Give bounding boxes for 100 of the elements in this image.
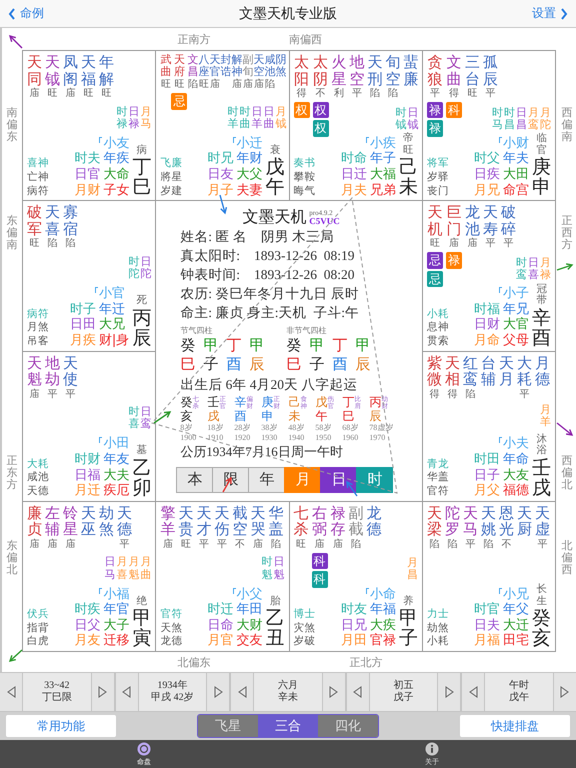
brightness-label: 庙 xyxy=(333,538,343,551)
period-button[interactable]: 初五 戊子 xyxy=(370,673,438,711)
direction-label: 北偏东 xyxy=(178,654,210,670)
period-button[interactable]: 33~42 丁巳限 xyxy=(23,673,91,711)
pillar-char: 酉 xyxy=(332,355,348,375)
god-label: 天德 xyxy=(27,485,49,499)
star-name: 旬空 xyxy=(386,54,400,87)
next-button[interactable] xyxy=(322,673,345,711)
brightness-label: 旺 xyxy=(160,78,171,92)
star-name: 天府 xyxy=(174,54,185,78)
star-name: 封诰 xyxy=(220,54,232,78)
next-button[interactable] xyxy=(207,673,230,711)
age-label: 28岁 xyxy=(234,423,250,433)
arrow-icon xyxy=(556,422,574,436)
mode-tab[interactable]: 三合 xyxy=(258,715,318,737)
palace-label: 小父 xyxy=(232,586,262,602)
brightness-label: 旺 xyxy=(198,78,209,92)
life-stage-label: 病 xyxy=(136,144,147,156)
ganzhi-label: 乙卯 xyxy=(132,458,152,499)
previous-button[interactable] xyxy=(116,673,138,711)
time-palace-label: 月友 xyxy=(74,633,100,649)
brightness-label: 平 xyxy=(430,87,440,100)
minor-star-label: 月喜 xyxy=(116,556,128,581)
brightness-label: 不 xyxy=(316,87,326,100)
god-label: 息神 xyxy=(426,321,449,335)
scope-tab[interactable]: 日 xyxy=(320,466,358,493)
star-name: 龙德 xyxy=(366,504,382,538)
sihua-badge: 权 xyxy=(294,102,310,118)
star-name: 铃星 xyxy=(63,504,78,538)
next-button[interactable] xyxy=(438,673,460,711)
time-palace-label: 月子 xyxy=(208,182,234,198)
time-palace-label: 月官 xyxy=(208,633,234,649)
time-palace-label: 时友 xyxy=(340,602,367,618)
god-label: 指背 xyxy=(27,622,49,635)
pillar-char: 子 xyxy=(309,355,324,375)
period-button[interactable]: 1934年 甲戌 42岁 xyxy=(138,673,206,711)
star-name: 天使 xyxy=(63,354,78,388)
age-label: 58岁 xyxy=(315,423,332,433)
period-button[interactable]: 六月 辛未 xyxy=(254,673,322,711)
ganzhi-label: 丙辰 xyxy=(132,308,152,348)
palace-label: 命宫 xyxy=(503,182,529,198)
next-button[interactable] xyxy=(92,673,114,711)
time-palace-label: 日兄 xyxy=(340,618,367,634)
scope-tab[interactable]: 本 xyxy=(176,466,214,493)
previous-button[interactable] xyxy=(231,673,254,711)
quick-chart-button[interactable]: 快捷排盘 xyxy=(460,715,570,737)
back-button[interactable]: 命例 xyxy=(8,5,44,22)
direction-label: 西偏南 xyxy=(562,107,572,144)
previous-button[interactable] xyxy=(0,673,22,711)
star-name: 天空 xyxy=(253,54,264,78)
star-name: 天喜 xyxy=(45,204,60,238)
year-label: 1910 xyxy=(207,432,224,442)
year-label: 1970 xyxy=(369,432,386,442)
god-label: 天煞 xyxy=(160,622,182,635)
brightness-label: 陷 xyxy=(483,538,494,551)
next-button[interactable] xyxy=(554,673,576,711)
palace-label: 年夫 xyxy=(503,151,529,167)
palace-label: 大命 xyxy=(103,167,130,183)
palace-label: 年财 xyxy=(236,151,262,167)
palace-label: 大夫 xyxy=(103,468,130,483)
scope-tab[interactable]: 年 xyxy=(248,466,286,493)
minor-star-label: 时曲 xyxy=(239,106,250,130)
life-stage-label: 死 xyxy=(136,295,147,307)
life-stage-label: 帝旺 xyxy=(403,133,414,156)
god-label: 力士 xyxy=(426,608,449,622)
time-palace-label: 时迁 xyxy=(208,602,234,618)
palace-label: 官禄 xyxy=(370,633,396,649)
previous-button[interactable] xyxy=(462,673,484,711)
palace-label: 大友 xyxy=(503,468,529,483)
previous-button[interactable] xyxy=(346,673,369,711)
palace-label: 年命 xyxy=(503,452,529,468)
settings-button[interactable]: 设置 xyxy=(532,5,568,22)
palace-label: 小福 xyxy=(99,586,130,602)
god-label: 岁建 xyxy=(160,184,182,198)
star-name: 咸池 xyxy=(264,54,276,78)
brightness-label: 庙 xyxy=(48,538,58,551)
star-name: 武曲 xyxy=(160,54,172,78)
chevron-right-icon xyxy=(560,8,568,20)
ganzhi-label: 己未 xyxy=(398,158,418,198)
common-functions-button[interactable]: 常用功能 xyxy=(6,715,116,737)
god-label: 伏兵 xyxy=(27,608,49,622)
palace-label: 年疾 xyxy=(103,151,130,167)
brightness-label: 平 xyxy=(537,538,548,551)
minor-star-label: 时禄 xyxy=(116,106,128,130)
pillar-char: 巳 xyxy=(286,355,302,375)
star-name: 天才 xyxy=(196,504,212,538)
sihua-badge: 科 xyxy=(446,102,462,118)
god-label: 小耗 xyxy=(426,635,449,649)
palace-label: 小田 xyxy=(99,436,130,452)
brightness-label: 庙 xyxy=(467,237,478,250)
time-palace-label: 时兄 xyxy=(208,151,234,168)
brightness-label: 旺 xyxy=(174,78,184,92)
star-name: 天梁 xyxy=(426,504,442,538)
palace-label: 大财 xyxy=(236,618,262,633)
period-button[interactable]: 午时 戊午 xyxy=(485,673,553,711)
palace-label: 大兄 xyxy=(98,317,126,333)
star-name: 恩光 xyxy=(498,504,514,538)
god-label: 青龙 xyxy=(426,458,449,471)
sihua-badge: 忌 xyxy=(171,93,188,110)
god-label: 喜神 xyxy=(27,157,49,171)
